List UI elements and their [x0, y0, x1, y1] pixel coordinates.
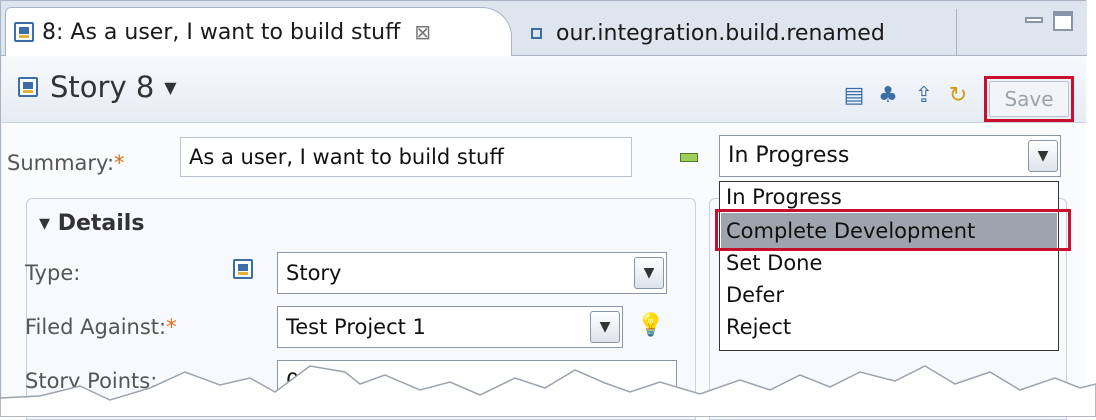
lightbulb-icon[interactable]: 💡: [637, 313, 664, 338]
summary-input[interactable]: As a user, I want to build stuff: [180, 137, 632, 177]
details-header[interactable]: ▾ Details: [39, 211, 144, 236]
chevron-down-icon[interactable]: ▼: [634, 257, 664, 289]
build-definition-icon: [531, 27, 542, 39]
editor-header: Story 8 ▼ ▤ ♣ ⇪ ↻ Save: [2, 56, 1086, 123]
details-title: Details: [57, 211, 145, 236]
story-icon: [233, 259, 253, 279]
story-icon: [18, 77, 38, 97]
type-select[interactable]: Story ▼: [277, 252, 667, 294]
filed-against-select[interactable]: Test Project 1 ▼: [277, 306, 623, 348]
status-select[interactable]: In Progress ▼: [719, 135, 1061, 177]
flag-icon[interactable]: [680, 153, 698, 162]
save-button[interactable]: Save: [989, 81, 1069, 117]
tab-label: our.integration.build.renamed: [556, 20, 885, 46]
tab-label: 8: As a user, I want to build stuff: [42, 19, 401, 45]
editor-window: 8: As a user, I want to build stuff ⊠ ou…: [0, 0, 1087, 420]
filed-value: Test Project 1: [286, 315, 426, 339]
option-highlight: [715, 209, 1071, 251]
filed-against-label: Filed Against:*: [25, 315, 177, 339]
chevron-down-icon[interactable]: ▼: [1028, 140, 1058, 172]
points-value: 0: [286, 369, 300, 393]
minimize-icon[interactable]: [1025, 17, 1043, 23]
maximize-icon[interactable]: [1053, 11, 1073, 31]
status-option[interactable]: Defer: [726, 283, 784, 307]
refresh-icon[interactable]: ↻: [946, 84, 970, 108]
status-option[interactable]: Reject: [726, 315, 791, 339]
close-tab-icon[interactable]: ⊠: [414, 20, 431, 44]
page-title[interactable]: Story 8 ▼: [18, 70, 177, 104]
team-icon[interactable]: ♣: [876, 84, 900, 108]
story-points-select[interactable]: 0: [277, 360, 677, 402]
status-dropdown-list: In Progress Complete Development Set Don…: [719, 181, 1059, 351]
tab-integration-build[interactable]: our.integration.build.renamed: [513, 11, 953, 55]
summary-label: Summary:*: [7, 151, 125, 175]
status-selected-value: In Progress: [728, 143, 850, 168]
chevron-down-icon[interactable]: ▼: [164, 78, 176, 97]
filed-label-text: Filed Against:: [25, 315, 167, 339]
tab-story-8[interactable]: 8: As a user, I want to build stuff ⊠: [5, 7, 512, 56]
title-text: Story 8: [50, 70, 155, 104]
status-option[interactable]: In Progress: [726, 185, 842, 209]
type-label: Type:: [25, 261, 81, 285]
required-mark: *: [166, 315, 177, 339]
tab-bar: 8: As a user, I want to build stuff ⊠ ou…: [1, 1, 1087, 56]
required-mark: *: [114, 151, 125, 175]
collapse-icon[interactable]: ▾: [39, 211, 50, 236]
summary-label-text: Summary:: [7, 151, 115, 175]
tab-separator: [956, 9, 957, 55]
story-icon: [14, 22, 34, 42]
export-icon[interactable]: ⇪: [912, 84, 936, 108]
preview-icon[interactable]: ▤: [842, 84, 866, 108]
type-value: Story: [286, 261, 342, 285]
chevron-down-icon[interactable]: ▼: [590, 311, 620, 343]
status-option[interactable]: Set Done: [726, 251, 822, 275]
story-points-label: Story Points:: [25, 369, 158, 393]
